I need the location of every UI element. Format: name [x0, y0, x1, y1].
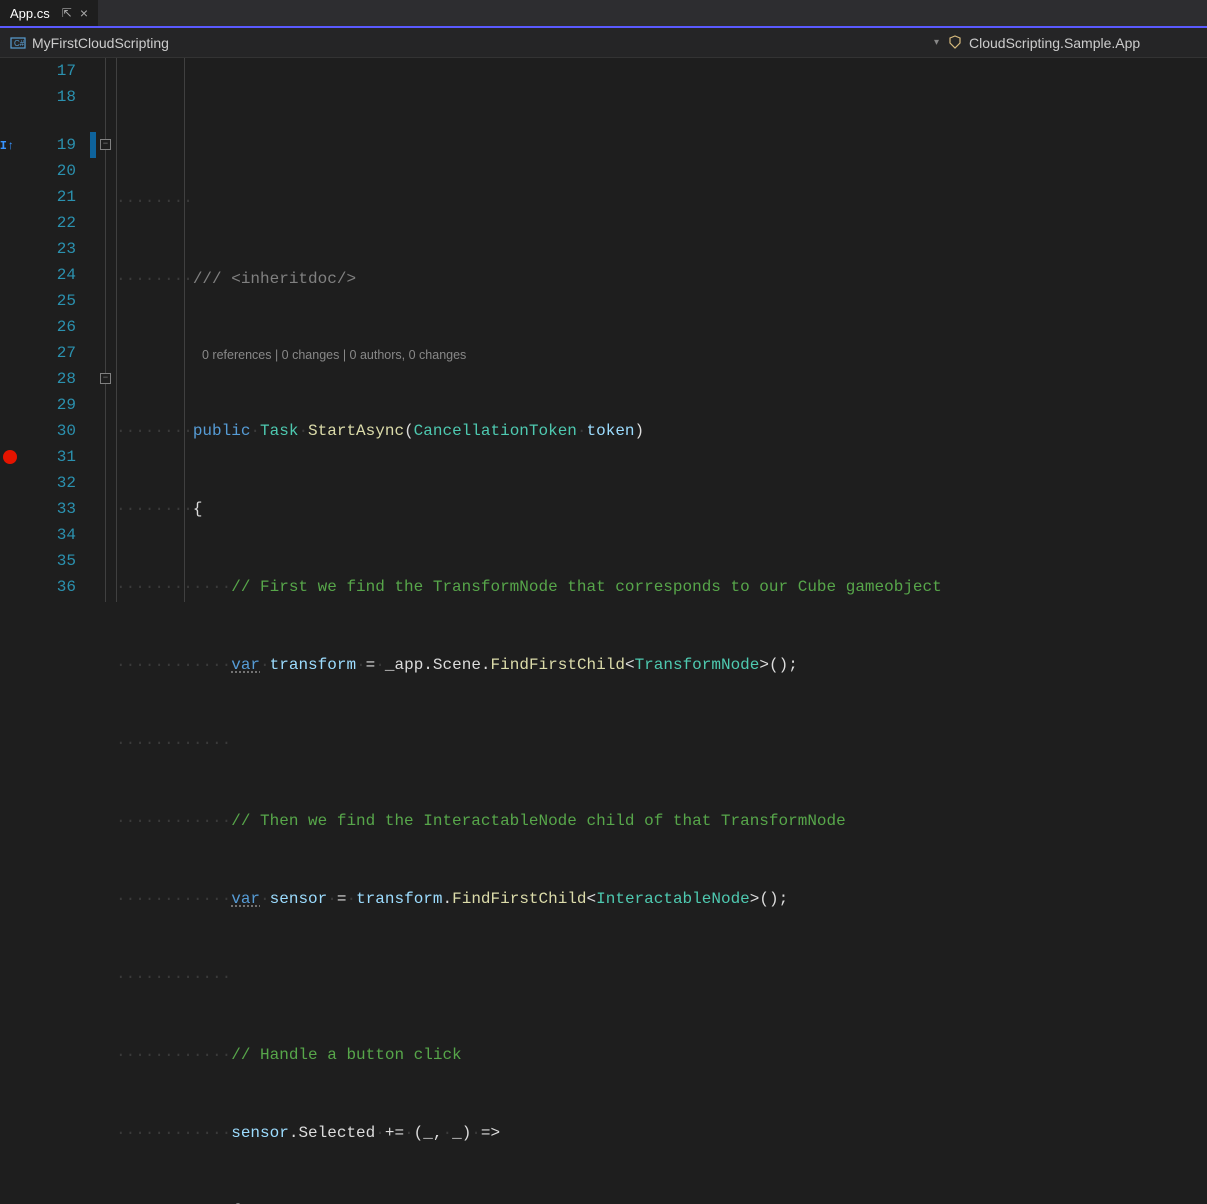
- fold-margin[interactable]: − −: [96, 58, 116, 602]
- line-number: 29: [20, 392, 76, 418]
- chevron-down-icon[interactable]: ▾: [926, 37, 947, 48]
- line-number: 34: [20, 522, 76, 548]
- tracking-indicator-icon: I↑: [0, 139, 14, 153]
- line-number: 27: [20, 340, 76, 366]
- close-icon[interactable]: ×: [80, 5, 88, 21]
- line-number: 22: [20, 210, 76, 236]
- xml-doc-comment: ///: [193, 270, 231, 288]
- code-editor[interactable]: I↑ 17 18 19 20 21 22 23 24 25 26 27 28 2…: [0, 58, 1207, 602]
- nav-member-label: CloudScripting.Sample.App: [969, 35, 1140, 51]
- fold-toggle-icon[interactable]: −: [100, 373, 111, 384]
- line-number: 25: [20, 288, 76, 314]
- line-number: 31: [20, 444, 76, 470]
- line-number: 30: [20, 418, 76, 444]
- line-number: 17: [20, 58, 76, 84]
- pin-icon[interactable]: ⇱: [62, 6, 72, 20]
- line-number: 20: [20, 158, 76, 184]
- tab-app-cs[interactable]: App.cs ⇱ ×: [0, 0, 98, 26]
- line-number: 36: [20, 574, 76, 600]
- tab-label: App.cs: [10, 6, 50, 21]
- line-number: 18: [20, 84, 76, 110]
- line-number-gutter: 17 18 19 20 21 22 23 24 25 26 27 28 29 3…: [20, 58, 90, 602]
- tab-bar: App.cs ⇱ ×: [0, 0, 1207, 28]
- line-number: 24: [20, 262, 76, 288]
- fold-toggle-icon[interactable]: −: [100, 139, 111, 150]
- line-number: 33: [20, 496, 76, 522]
- breakpoint-icon[interactable]: [3, 450, 17, 464]
- navigation-bar: C# MyFirstCloudScripting ▾ CloudScriptin…: [0, 28, 1207, 58]
- line-number: 28: [20, 366, 76, 392]
- line-number: 19: [20, 132, 76, 158]
- svg-text:C#: C#: [14, 39, 25, 48]
- breakpoint-margin[interactable]: I↑: [0, 58, 20, 602]
- line-number: 23: [20, 236, 76, 262]
- class-icon: [947, 35, 963, 51]
- line-number: 26: [20, 314, 76, 340]
- line-number: 21: [20, 184, 76, 210]
- nav-scope-label: MyFirstCloudScripting: [32, 35, 169, 51]
- nav-member-dropdown[interactable]: CloudScripting.Sample.App: [947, 35, 1207, 51]
- line-number: 35: [20, 548, 76, 574]
- csharp-project-icon: C#: [10, 35, 26, 51]
- codelens-indicator[interactable]: 0 references | 0 changes | 0 authors, 0 …: [116, 348, 466, 362]
- line-number: 32: [20, 470, 76, 496]
- code-area[interactable]: ········ ········/// <inheritdoc/> 0 ref…: [116, 58, 1207, 602]
- nav-scope-dropdown[interactable]: C# MyFirstCloudScripting: [0, 35, 926, 51]
